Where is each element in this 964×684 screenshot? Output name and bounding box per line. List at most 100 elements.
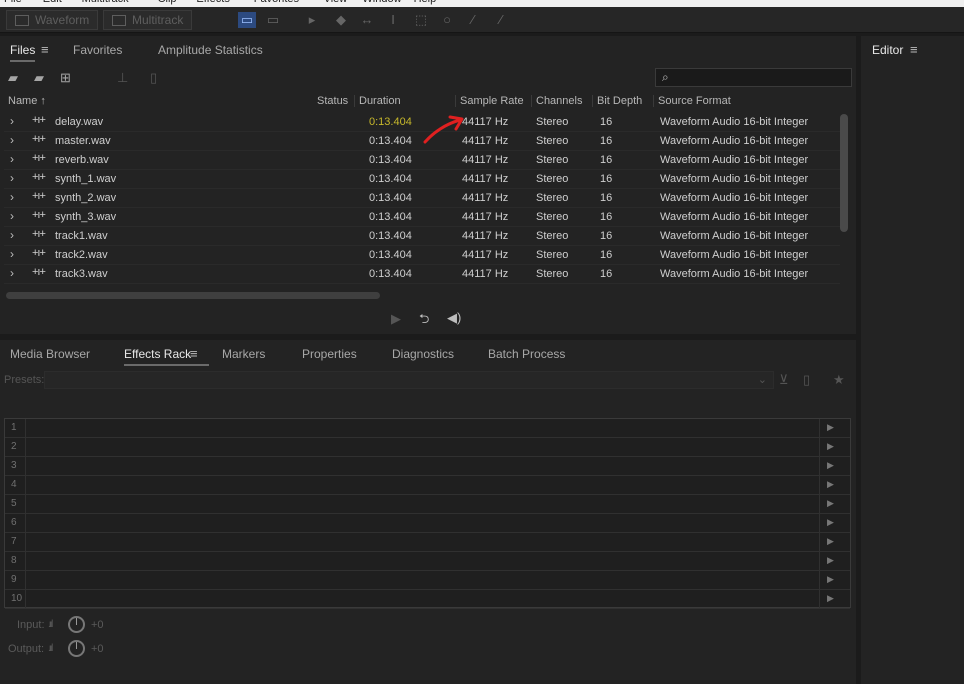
loop-icon[interactable]: ⮌ (419, 310, 429, 332)
effect-slot[interactable]: 2 ▶ (5, 438, 850, 457)
razor-tool-icon[interactable]: ◆ (332, 12, 350, 28)
import-icon[interactable]: ▰ (34, 70, 44, 86)
effect-slot-dropdown[interactable] (25, 552, 820, 570)
chevron-right-icon[interactable]: ▶ (827, 536, 834, 547)
chevron-right-icon[interactable]: ▶ (827, 555, 834, 566)
slip-tool-icon[interactable]: ↔ (358, 12, 376, 28)
menu-effects[interactable]: Effects (196, 0, 229, 5)
delete-icon[interactable]: ▯ (150, 70, 157, 86)
table-row[interactable]: › +ı+ synth_2.wav 0:13.404 44117 Hz Stereo 16 W… (4, 189, 840, 208)
table-row[interactable]: › +ı+ track2.wav 0:13.404 44117 Hz Stereo 16 Wa… (4, 246, 840, 265)
menu-help[interactable]: Help (414, 0, 437, 5)
chevron-right-icon[interactable]: › (10, 114, 14, 128)
chevron-right-icon[interactable]: › (10, 266, 14, 280)
table-row[interactable]: › +ı+ track1.wav 0:13.404 44117 Hz Stereo 16 Wa… (4, 227, 840, 246)
effect-slot-dropdown[interactable] (25, 495, 820, 513)
spot-healing-tool-icon[interactable]: ⁄ (492, 12, 510, 28)
effect-slot-dropdown[interactable] (25, 476, 820, 494)
effect-slot-dropdown[interactable] (25, 457, 820, 475)
chevron-right-icon[interactable]: ▶ (827, 498, 834, 509)
chevron-right-icon[interactable]: › (10, 247, 14, 261)
files-panel-menu-icon[interactable]: ≡ (41, 42, 49, 57)
menu-view[interactable]: View (324, 0, 348, 5)
volume-icon[interactable]: ◀) (447, 310, 461, 326)
table-row[interactable]: › +ı+ synth_1.wav 0:13.404 44117 Hz Stereo 16 W… (4, 170, 840, 189)
column-status[interactable]: Status (317, 95, 348, 107)
chevron-right-icon[interactable]: › (10, 228, 14, 242)
output-level-knob[interactable] (68, 640, 85, 657)
column-bit-depth[interactable]: Bit Depth (592, 95, 642, 107)
chevron-right-icon[interactable]: ▶ (827, 517, 834, 528)
effect-slot[interactable]: 8 ▶ (5, 552, 850, 571)
effect-slot[interactable]: 7 ▶ (5, 533, 850, 552)
chevron-right-icon[interactable]: › (10, 152, 14, 166)
horizontal-scrollbar[interactable] (6, 292, 380, 299)
menu-edit[interactable]: Edit (43, 0, 62, 5)
effect-slot-dropdown[interactable] (25, 590, 820, 608)
tab-markers[interactable]: Markers (222, 347, 265, 361)
tab-files[interactable]: Files (10, 43, 36, 62)
chevron-right-icon[interactable]: ▶ (827, 593, 834, 604)
vertical-scrollbar[interactable] (840, 114, 848, 232)
editor-panel-menu-icon[interactable]: ≡ (910, 42, 918, 57)
effect-slot-dropdown[interactable] (25, 438, 820, 456)
effects-rack-menu-icon[interactable]: ≡ (190, 346, 198, 361)
table-row[interactable]: › +ı+ track3.wav 0:13.404 44117 Hz Stereo 16 Wa… (4, 265, 840, 284)
new-file-icon[interactable]: ⊞ (60, 70, 71, 86)
spectral-pitch-toggle[interactable]: ▭ (264, 12, 282, 28)
lasso-tool-icon[interactable]: ○ (438, 12, 456, 28)
tab-batch-process[interactable]: Batch Process (488, 347, 565, 361)
table-row[interactable]: › +ı+ synth_3.wav 0:13.404 44117 Hz Stereo 16 W… (4, 208, 840, 227)
effect-slot[interactable]: 1 ▶ (5, 419, 850, 438)
chevron-right-icon[interactable]: › (10, 133, 14, 147)
presets-dropdown[interactable]: ⌄ (44, 371, 774, 389)
waveform-view-button[interactable]: Waveform (6, 10, 99, 30)
save-preset-icon[interactable]: ⊻ (779, 372, 789, 388)
menu-window[interactable]: Window (362, 0, 401, 5)
chevron-right-icon[interactable]: ▶ (827, 479, 834, 490)
spectral-frequency-toggle[interactable]: ▭ (238, 12, 256, 28)
effect-slot[interactable]: 4 ▶ (5, 476, 850, 495)
tab-media-browser[interactable]: Media Browser (10, 347, 90, 361)
chevron-right-icon[interactable]: › (10, 190, 14, 204)
effect-slot-dropdown[interactable] (25, 419, 820, 437)
multitrack-view-button[interactable]: Multitrack (103, 10, 193, 30)
effect-slot[interactable]: 6 ▶ (5, 514, 850, 533)
tab-properties[interactable]: Properties (302, 347, 357, 361)
menu-clip[interactable]: Clip (158, 0, 177, 5)
menu-file[interactable]: File (4, 0, 22, 5)
column-duration[interactable]: Duration (354, 95, 401, 107)
effect-slot[interactable]: 3 ▶ (5, 457, 850, 476)
chevron-right-icon[interactable]: ▶ (827, 460, 834, 471)
favorite-star-icon[interactable]: ★ (833, 372, 845, 388)
play-icon[interactable]: ▶ (391, 311, 401, 327)
effect-slot[interactable]: 10 ▶ (5, 590, 850, 609)
brush-tool-icon[interactable]: ⁄ (464, 12, 482, 28)
search-input[interactable]: ⌕ (655, 68, 852, 87)
effect-slot[interactable]: 5 ▶ (5, 495, 850, 514)
tab-effects-rack[interactable]: Effects Rack (124, 347, 210, 366)
delete-preset-icon[interactable]: ▯ (803, 372, 810, 388)
move-tool-icon[interactable]: ▸ (303, 12, 321, 28)
table-row[interactable]: › +ı+ reverb.wav 0:13.404 44117 Hz Stereo 16 Wa… (4, 151, 840, 170)
column-name[interactable]: Name ↑ (8, 95, 46, 107)
chevron-right-icon[interactable]: ▶ (827, 441, 834, 452)
tab-diagnostics[interactable]: Diagnostics (392, 347, 454, 361)
marquee-tool-icon[interactable]: ⬚ (412, 12, 430, 28)
menu-favorites[interactable]: Favorites (254, 0, 299, 5)
chevron-right-icon[interactable]: ▶ (827, 422, 834, 433)
tab-amplitude-statistics[interactable]: Amplitude Statistics (158, 43, 263, 57)
effect-slot-dropdown[interactable] (25, 571, 820, 589)
chevron-right-icon[interactable]: › (10, 171, 14, 185)
effect-slot[interactable]: 9 ▶ (5, 571, 850, 590)
folder-open-icon[interactable]: ▰ (8, 70, 18, 86)
column-source-format[interactable]: Source Format (653, 95, 731, 107)
column-sample-rate[interactable]: Sample Rate (455, 95, 524, 107)
effect-slot-dropdown[interactable] (25, 514, 820, 532)
tab-editor[interactable]: Editor (872, 43, 903, 57)
effect-slot-dropdown[interactable] (25, 533, 820, 551)
time-selection-tool-icon[interactable]: I (384, 12, 402, 28)
chevron-right-icon[interactable]: › (10, 209, 14, 223)
insert-icon[interactable]: ⊥ (117, 70, 128, 86)
input-level-knob[interactable] (68, 616, 85, 633)
